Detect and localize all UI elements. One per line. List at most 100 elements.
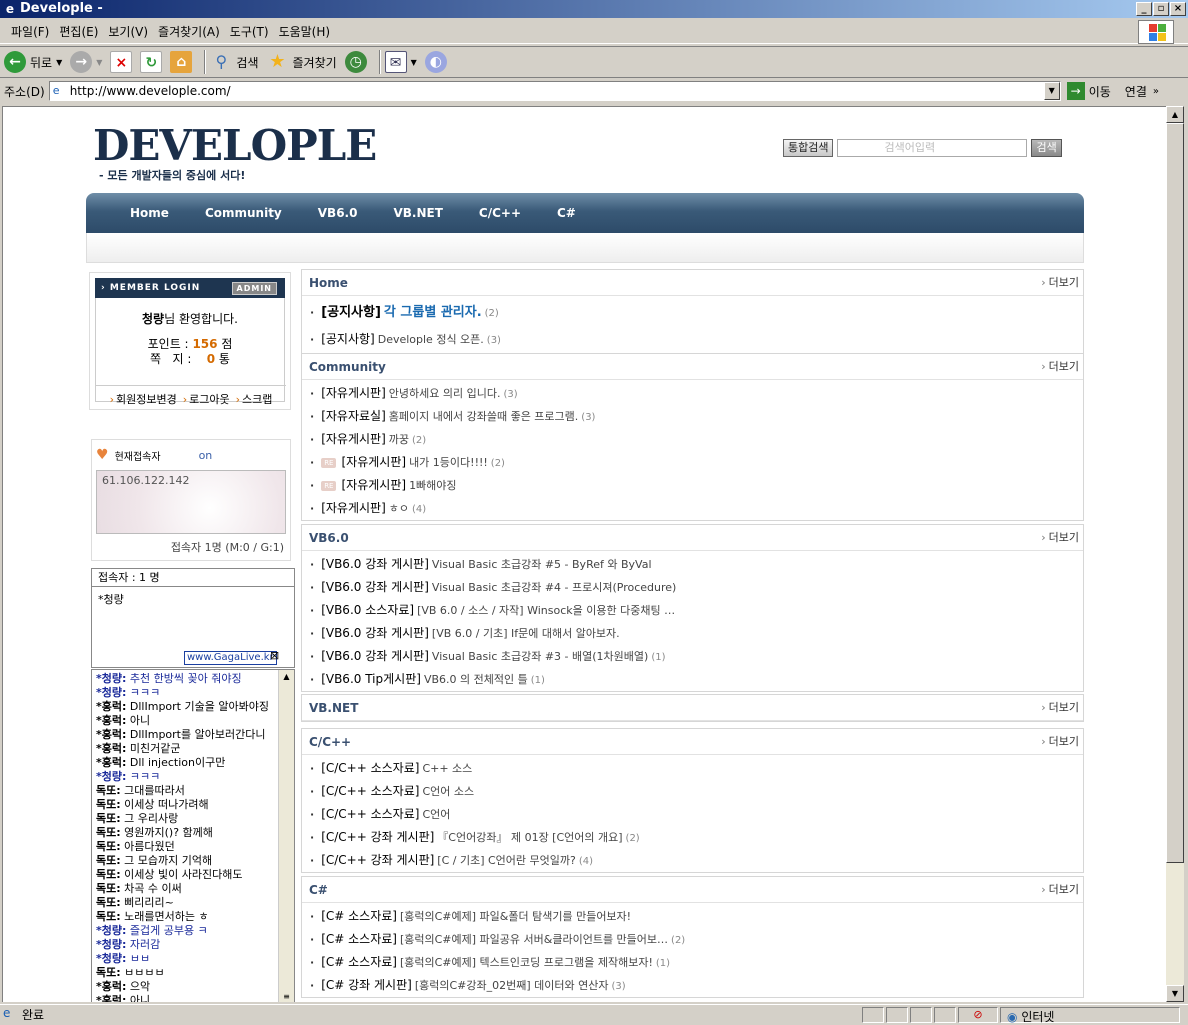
- chat-scrollbar[interactable]: ▲ ≡: [278, 670, 294, 1002]
- list-item[interactable]: [자유게시판]까꿍(2): [310, 428, 1083, 451]
- post-title[interactable]: 내가 1등이다!!!!: [409, 456, 488, 469]
- popup-blocked-icon[interactable]: ⊘: [958, 1006, 998, 1023]
- post-category[interactable]: [C# 소스자료]: [321, 909, 397, 923]
- post-category[interactable]: [C/C++ 강좌 게시판]: [321, 830, 434, 844]
- post-title[interactable]: VB6.0 의 전체적인 틀: [424, 673, 528, 686]
- post-category[interactable]: [VB6.0 강좌 게시판]: [321, 626, 429, 640]
- admin-button[interactable]: ADMIN: [231, 282, 277, 295]
- post-title[interactable]: 까꿍: [389, 433, 409, 446]
- post-title[interactable]: [홍럭의C#예제] 파일&폴더 탐색기를 만들어보자!: [400, 910, 631, 923]
- list-item[interactable]: [공지사항]Develople 정식 오픈.(3): [310, 326, 1083, 353]
- list-item[interactable]: [C/C++ 소스자료]C++ 소스: [310, 757, 1083, 780]
- post-title[interactable]: Develople 정식 오픈.: [378, 333, 484, 346]
- post-category[interactable]: [VB6.0 Tip게시판]: [321, 672, 421, 686]
- post-category[interactable]: [VB6.0 강좌 게시판]: [321, 649, 429, 663]
- menu-favorites[interactable]: 즐겨찾기(A): [153, 23, 225, 40]
- list-item[interactable]: [자유게시판]안녕하세요 의리 입니다.(3): [310, 382, 1083, 405]
- post-title[interactable]: C언어: [422, 808, 450, 821]
- menu-view[interactable]: 보기(V): [103, 23, 153, 40]
- stop-button[interactable]: ×: [110, 51, 133, 73]
- minimize-button[interactable]: _: [1136, 2, 1152, 16]
- post-title[interactable]: 1빠해야징: [409, 479, 456, 492]
- post-category[interactable]: [자유게시판]: [321, 386, 386, 400]
- list-item[interactable]: RE [자유게시판]1빠해야징: [310, 474, 1083, 497]
- list-item[interactable]: [VB6.0 강좌 게시판][VB 6.0 / 기초] If문에 대해서 알아보…: [310, 622, 1083, 645]
- post-category[interactable]: [C# 소스자료]: [321, 955, 397, 969]
- post-title[interactable]: 안녕하세요 의리 입니다.: [389, 387, 501, 400]
- section-title-text[interactable]: C/C++: [309, 735, 351, 749]
- list-item[interactable]: [C# 강좌 게시판][홍럭의C#강좌_02번째] 데이터와 연산자(3): [310, 974, 1083, 997]
- nav-vbnet[interactable]: VB.NET: [393, 206, 442, 220]
- post-title[interactable]: ㅎㅇ: [389, 502, 409, 515]
- post-title[interactable]: [홍럭의C#예제] 파일공유 서버&클라이언트를 만들어보…: [400, 933, 668, 946]
- list-item[interactable]: [VB6.0 강좌 게시판]Visual Basic 초급강좌 #3 - 배열(…: [310, 645, 1083, 668]
- list-item[interactable]: [VB6.0 소스자료][VB 6.0 / 소스 / 자작] Winsock을 …: [310, 599, 1083, 622]
- post-title[interactable]: [C / 기초] C언어란 무엇일까?: [437, 854, 576, 867]
- unified-search-button[interactable]: 통합검색: [783, 139, 834, 157]
- section-title-text[interactable]: Community: [309, 360, 386, 374]
- scrap-link[interactable]: 스크랩: [236, 391, 272, 407]
- messenger-button[interactable]: ◐: [424, 51, 447, 73]
- list-item[interactable]: [공지사항]각 그룹별 관리자.(2): [310, 299, 1083, 326]
- list-item[interactable]: [C# 소스자료][홍럭의C#예제] 파일&폴더 탐색기를 만들어보자!: [310, 905, 1083, 928]
- page-scrollbar[interactable]: ▲ ▼: [1166, 106, 1184, 1002]
- logout-link[interactable]: 로그아웃: [183, 391, 229, 407]
- list-item[interactable]: [VB6.0 Tip게시판]VB6.0 의 전체적인 틀(1): [310, 668, 1083, 691]
- list-item[interactable]: RE [자유게시판]내가 1등이다!!!!(2): [310, 451, 1083, 474]
- post-category[interactable]: [C/C++ 소스자료]: [321, 807, 419, 821]
- list-item[interactable]: [C/C++ 강좌 게시판]『C언어강좌』 제 01장 [C언어의 개요](2): [310, 826, 1083, 849]
- search-submit-button[interactable]: 검색: [1031, 139, 1062, 157]
- post-category[interactable]: [C# 소스자료]: [321, 932, 397, 946]
- post-title[interactable]: [홍럭의C#강좌_02번째] 데이터와 연산자: [415, 979, 609, 992]
- post-category[interactable]: [공지사항]: [321, 332, 375, 346]
- chevron-down-icon[interactable]: ▼: [411, 58, 417, 67]
- list-item[interactable]: [VB6.0 강좌 게시판]Visual Basic 초급강좌 #5 - ByR…: [310, 553, 1083, 576]
- post-category[interactable]: [VB6.0 소스자료]: [321, 603, 414, 617]
- post-title[interactable]: [VB 6.0 / 소스 / 자작] Winsock을 이용한 다중채팅 …: [417, 604, 675, 617]
- address-dropdown-button[interactable]: ▼: [1043, 82, 1060, 100]
- chevron-right-icon[interactable]: »: [1153, 86, 1159, 97]
- more-link[interactable]: 더보기: [1041, 729, 1079, 755]
- nav-home[interactable]: Home: [130, 206, 169, 220]
- post-category[interactable]: [C/C++ 소스자료]: [321, 761, 419, 775]
- more-link[interactable]: 더보기: [1041, 525, 1079, 551]
- section-title-text[interactable]: VB.NET: [309, 701, 358, 715]
- nav-vb6[interactable]: VB6.0: [318, 206, 358, 220]
- nav-cpp[interactable]: C/C++: [479, 206, 521, 220]
- address-input[interactable]: e http://www.develople.com/ ▼: [48, 81, 1061, 101]
- post-category[interactable]: [자유게시판]: [341, 455, 406, 469]
- menu-help[interactable]: 도움말(H): [274, 23, 336, 40]
- post-title[interactable]: C언어 소스: [422, 785, 474, 798]
- mail-button[interactable]: ✉ ▼: [384, 51, 417, 73]
- more-link[interactable]: 더보기: [1041, 877, 1079, 903]
- post-category[interactable]: [자유자료실]: [321, 409, 386, 423]
- links-button[interactable]: 연결: [1125, 83, 1147, 100]
- post-category[interactable]: [자유게시판]: [341, 478, 406, 492]
- scroll-up-icon[interactable]: ▲: [1166, 106, 1184, 123]
- section-title-text[interactable]: C#: [309, 883, 328, 897]
- post-category[interactable]: [C/C++ 소스자료]: [321, 784, 419, 798]
- scroll-down-icon[interactable]: ≡: [279, 990, 294, 1002]
- list-item[interactable]: [자유자료실]홈페이지 내에서 강좌쓸때 좋은 프로그램.(3): [310, 405, 1083, 428]
- go-button[interactable]: → 이동: [1066, 82, 1111, 100]
- post-title[interactable]: [홍럭의C#예제] 텍스트인코딩 프로그램을 제작해보자!: [400, 956, 653, 969]
- list-item[interactable]: [C# 소스자료][홍럭의C#예제] 텍스트인코딩 프로그램을 제작해보자!(1…: [310, 951, 1083, 974]
- search-button[interactable]: ⚲ 검색: [210, 51, 259, 73]
- nav-csharp[interactable]: C#: [557, 206, 576, 220]
- list-item[interactable]: [C/C++ 소스자료]C언어 소스: [310, 780, 1083, 803]
- post-title[interactable]: [VB 6.0 / 기초] If문에 대해서 알아보자.: [432, 627, 620, 640]
- more-link[interactable]: 더보기: [1041, 354, 1079, 380]
- chat-log[interactable]: *청량: 추천 한방씩 꽂아 줘야징 *청량: ㅋㅋㅋ *홍럭: DllImport…: [91, 669, 295, 1002]
- back-button[interactable]: ← 뒤로 ▼: [4, 51, 62, 73]
- post-category[interactable]: [공지사항]: [321, 305, 381, 320]
- site-logo[interactable]: DEVELOPLE: [93, 121, 377, 170]
- list-item[interactable]: [자유게시판]ㅎㅇ(4): [310, 497, 1083, 520]
- section-title-text[interactable]: Home: [309, 276, 348, 290]
- close-icon[interactable]: ⊠: [270, 650, 279, 662]
- scroll-up-icon[interactable]: ▲: [279, 670, 294, 684]
- close-button[interactable]: ×: [1170, 2, 1186, 16]
- scroll-thumb[interactable]: [1166, 123, 1184, 863]
- forward-button[interactable]: → ▼: [70, 51, 102, 73]
- post-category[interactable]: [C# 강좌 게시판]: [321, 978, 412, 992]
- post-category[interactable]: [C/C++ 강좌 게시판]: [321, 853, 434, 867]
